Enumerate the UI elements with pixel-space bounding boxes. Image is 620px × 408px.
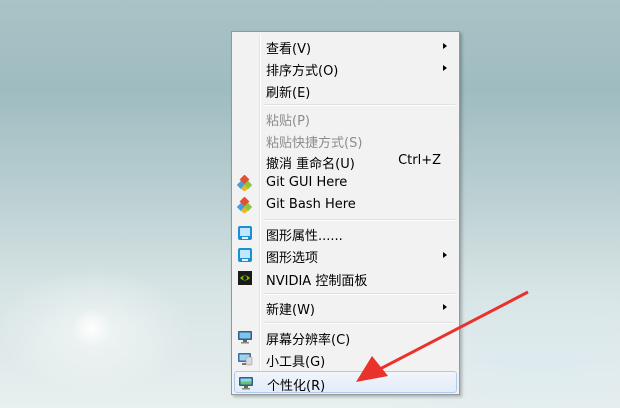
menu-item-label: NVIDIA 控制面板 bbox=[266, 274, 368, 289]
menu-item-label: 粘贴(P) bbox=[266, 114, 310, 129]
submenu-arrow-icon bbox=[443, 304, 447, 310]
menu-item-label: 新建(W) bbox=[266, 303, 315, 318]
menu-separator bbox=[264, 219, 455, 221]
menu-item-label: 小工具(G) bbox=[266, 355, 326, 370]
menu-item-view[interactable]: 查看(V) bbox=[234, 35, 457, 57]
desktop-context-menu: 查看(V) 排序方式(O) 刷新(E) 粘贴(P) 粘贴快捷方式(S) 撤消 重… bbox=[231, 31, 460, 395]
menu-item-undo-rename[interactable]: 撤消 重命名(U) Ctrl+Z bbox=[234, 150, 457, 172]
menu-item-label: 排序方式(O) bbox=[266, 64, 339, 79]
menu-item-label: Git Bash Here bbox=[266, 197, 356, 212]
menu-separator bbox=[264, 322, 455, 324]
personalize-icon bbox=[239, 377, 253, 390]
menu-item-gadgets[interactable]: 小工具(G) bbox=[234, 348, 457, 370]
submenu-arrow-icon bbox=[443, 252, 447, 258]
menu-item-label: 粘贴快捷方式(S) bbox=[266, 136, 363, 151]
menu-item-new[interactable]: 新建(W) bbox=[234, 296, 457, 318]
monitor-icon bbox=[238, 331, 252, 344]
menu-item-label: 个性化(R) bbox=[267, 379, 326, 394]
menu-item-label: 撤消 重命名(U) bbox=[266, 157, 355, 172]
nvidia-icon bbox=[238, 271, 252, 285]
menu-item-nvidia-control-panel[interactable]: NVIDIA 控制面板 bbox=[234, 267, 457, 289]
menu-item-label: 图形选项 bbox=[266, 251, 319, 266]
menu-item-graphics-properties[interactable]: 图形属性...... bbox=[234, 222, 457, 244]
git-icon bbox=[237, 175, 253, 191]
menu-item-refresh[interactable]: 刷新(E) bbox=[234, 79, 457, 101]
menu-item-screen-resolution[interactable]: 屏幕分辨率(C) bbox=[234, 326, 457, 348]
menu-item-shortcut: Ctrl+Z bbox=[398, 153, 441, 168]
intel-graphics-icon bbox=[238, 226, 252, 240]
menu-separator bbox=[264, 104, 455, 106]
menu-item-label: 刷新(E) bbox=[266, 86, 311, 101]
menu-item-label: 图形属性...... bbox=[266, 229, 343, 244]
menu-item-git-gui[interactable]: Git GUI Here bbox=[234, 172, 457, 194]
menu-item-label: Git GUI Here bbox=[266, 175, 348, 190]
submenu-arrow-icon bbox=[443, 43, 447, 49]
menu-separator bbox=[264, 293, 455, 295]
submenu-arrow-icon bbox=[443, 65, 447, 71]
intel-graphics-icon bbox=[238, 248, 252, 262]
menu-item-sort-by[interactable]: 排序方式(O) bbox=[234, 57, 457, 79]
menu-item-label: 屏幕分辨率(C) bbox=[266, 333, 351, 348]
menu-item-paste-shortcut: 粘贴快捷方式(S) bbox=[234, 129, 457, 151]
git-icon bbox=[237, 197, 253, 213]
menu-item-git-bash[interactable]: Git Bash Here bbox=[234, 194, 457, 216]
menu-item-paste: 粘贴(P) bbox=[234, 107, 457, 129]
desktop-light-orb bbox=[72, 308, 112, 348]
menu-item-graphics-options[interactable]: 图形选项 bbox=[234, 244, 457, 266]
menu-item-personalize[interactable]: 个性化(R) bbox=[234, 371, 457, 394]
menu-item-label: 查看(V) bbox=[266, 42, 312, 57]
gadgets-icon bbox=[238, 353, 253, 366]
